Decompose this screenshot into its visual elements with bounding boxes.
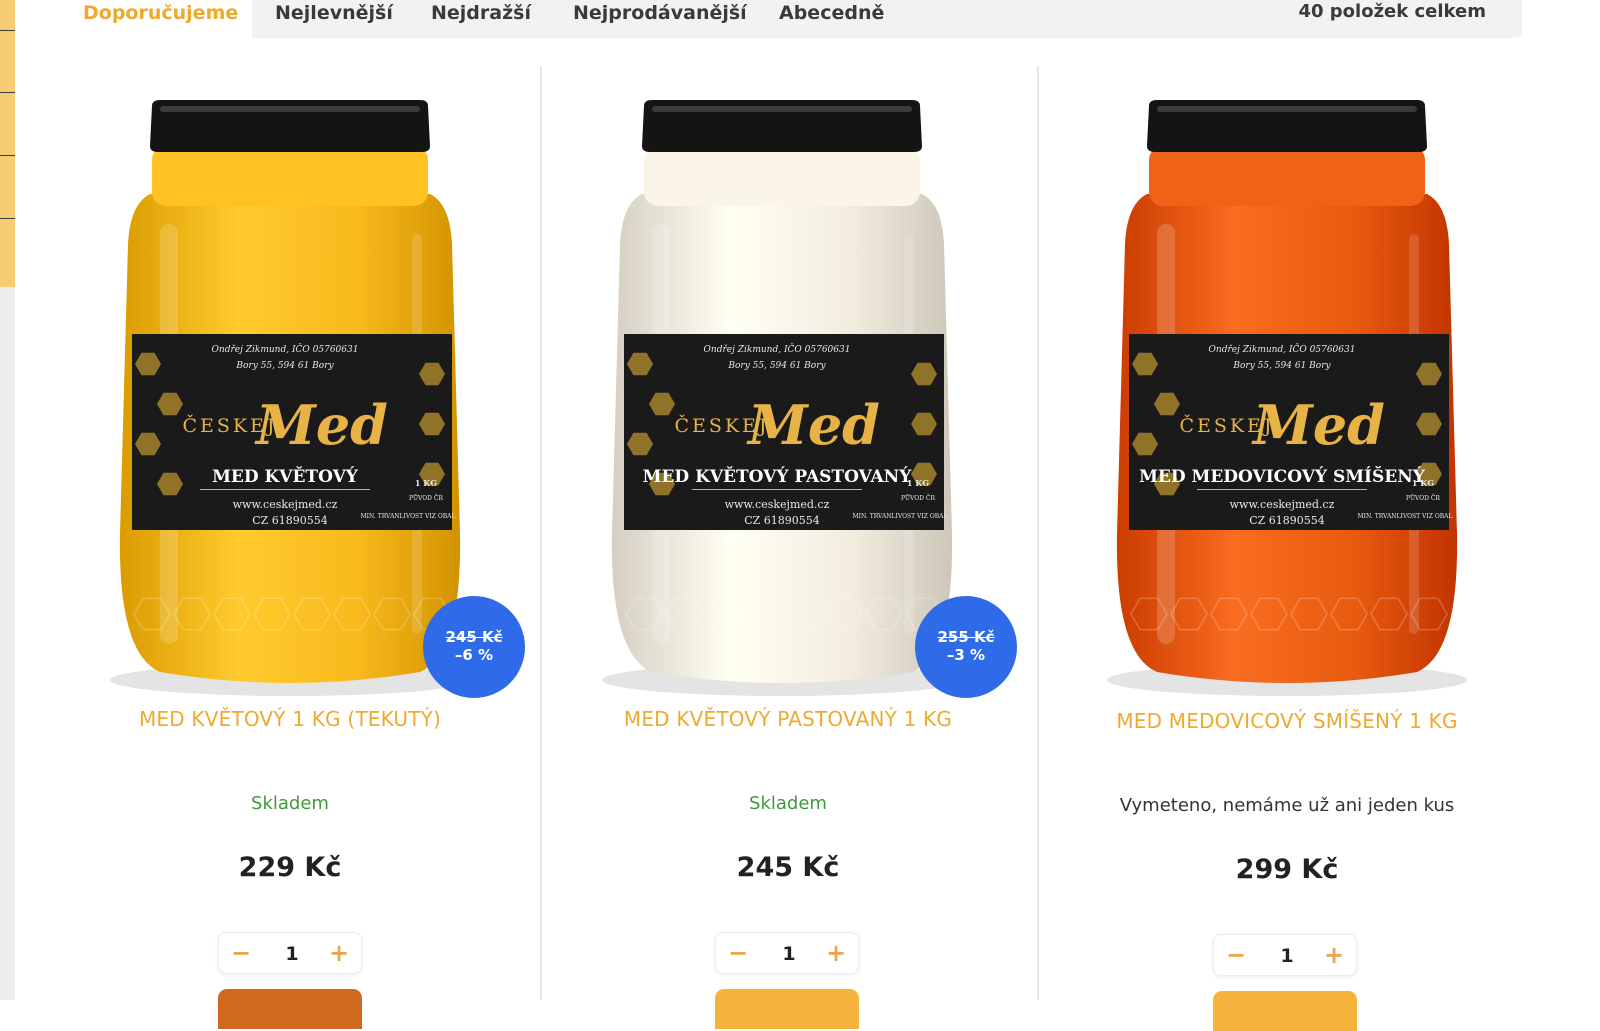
sort-bar: Doporučujeme Nejlevnější Nejdražší Nejpr… xyxy=(52,0,1522,38)
label-weight: 1 KG xyxy=(415,478,437,488)
jar-neck xyxy=(152,146,428,206)
product-price: 245 Kč xyxy=(736,852,840,883)
lid-highlight xyxy=(652,106,912,112)
label-product-name: MED MEDOVICOVÝ SMÍŠENÝ xyxy=(1139,466,1426,487)
label-website: www.ceskejmed.cz xyxy=(233,498,338,511)
product-title-link[interactable]: MED KVĚTOVÝ 1 KG (TEKUTÝ) xyxy=(50,707,530,731)
label-country-code: CZ 61890554 xyxy=(744,514,820,527)
quantity-stepper: − + xyxy=(1213,934,1357,976)
product-title-link[interactable]: MED MEDOVICOVÝ SMÍŠENÝ 1 KG xyxy=(1047,709,1527,733)
lid-highlight xyxy=(1157,106,1417,112)
jar-neck xyxy=(1149,146,1425,206)
quantity-stepper: − + xyxy=(218,932,362,974)
original-price: 255 Kč xyxy=(937,628,995,646)
product-card: Ondřej Zikmund, IČO 05760631 Bory 55, 594… xyxy=(1047,64,1527,1031)
honey-jar-illustration: Ondřej Zikmund, IČO 05760631 Bory 55, 594… xyxy=(1107,100,1467,696)
sort-tab-bestselling[interactable]: Nejprodávanější xyxy=(573,0,747,28)
quantity-input[interactable] xyxy=(261,938,323,970)
label-underline xyxy=(1197,489,1367,490)
stock-status: Skladem xyxy=(251,793,329,814)
sort-tab-most-expensive[interactable]: Nejdražší xyxy=(431,0,531,28)
left-edge-divider xyxy=(0,92,15,93)
discount-badge: 245 Kč –6 % xyxy=(423,596,525,698)
label-shelf-life: MIN. TRVANLIVOST VIZ OBAL xyxy=(853,513,948,520)
label-shelf-life: MIN. TRVANLIVOST VIZ OBAL xyxy=(1358,513,1453,520)
label-product-name: MED KVĚTOVÝ PASTOVANÝ xyxy=(643,466,913,487)
discount-badge: 255 Kč –3 % xyxy=(915,596,1017,698)
discount-percent: –3 % xyxy=(946,646,986,664)
column-divider xyxy=(540,66,542,1000)
jar-neck xyxy=(644,146,920,206)
add-to-cart-button[interactable] xyxy=(715,989,859,1029)
label-owner-text: Ondřej Zikmund, IČO 05760631 xyxy=(212,343,359,355)
left-edge-strip xyxy=(0,0,15,1000)
label-owner-text: Ondřej Zikmund, IČO 05760631 xyxy=(704,343,851,355)
label-address-text: Bory 55, 594 61 Bory xyxy=(235,361,334,371)
product-price: 299 Kč xyxy=(1235,854,1339,885)
jar-label: Ondřej Zikmund, IČO 05760631 Bory 55, 594… xyxy=(1129,334,1452,530)
left-edge-accent xyxy=(0,0,15,287)
honey-jar-illustration: Ondřej Zikmund, IČO 05760631 Bory 55, 594… xyxy=(110,100,470,696)
honey-jar-illustration: Ondřej Zikmund, IČO 05760631 Bory 55, 594… xyxy=(602,100,962,696)
label-origin: PŮVOD ČR xyxy=(901,494,935,502)
sort-tab-alphabetical[interactable]: Abecedně xyxy=(779,0,884,28)
label-weight: 1 KG xyxy=(1412,478,1434,488)
label-country-code: CZ 61890554 xyxy=(252,514,328,527)
label-origin: PŮVOD ČR xyxy=(1406,494,1440,502)
jar-label: Ondřej Zikmund, IČO 05760631 Bory 55, 594… xyxy=(624,334,947,530)
jar-label: Ondřej Zikmund, IČO 05760631 Bory 55, 594… xyxy=(132,334,455,530)
quantity-decrease-button[interactable]: − xyxy=(718,933,758,973)
label-website: www.ceskejmed.cz xyxy=(1230,498,1335,511)
quantity-increase-button[interactable]: + xyxy=(816,933,856,973)
quantity-stepper: − + xyxy=(715,932,859,974)
product-price: 229 Kč xyxy=(238,852,342,883)
label-underline xyxy=(200,489,370,490)
quantity-input[interactable] xyxy=(758,938,820,970)
lid-highlight xyxy=(160,106,420,112)
label-product-name: MED KVĚTOVÝ xyxy=(212,466,359,487)
label-underline xyxy=(692,489,862,490)
original-price: 245 Kč xyxy=(445,628,503,646)
item-count: 40 položek celkem xyxy=(1298,1,1486,22)
label-country-code: CZ 61890554 xyxy=(1249,514,1325,527)
add-to-cart-button[interactable] xyxy=(1213,991,1357,1031)
stock-status: Vymeteno, nemáme už ani jeden kus xyxy=(1119,795,1455,816)
product-image[interactable]: Ondřej Zikmund, IČO 05760631 Bory 55, 594… xyxy=(90,94,490,704)
label-weight: 1 KG xyxy=(907,478,929,488)
label-brand-script: Med xyxy=(746,393,880,457)
quantity-input[interactable] xyxy=(1256,940,1318,972)
quantity-decrease-button[interactable]: − xyxy=(1216,935,1256,975)
product-title-link[interactable]: MED KVĚTOVÝ PASTOVANÝ 1 KG xyxy=(548,707,1028,731)
quantity-increase-button[interactable]: + xyxy=(319,933,359,973)
label-shelf-life: MIN. TRVANLIVOST VIZ OBAL xyxy=(361,513,456,520)
left-edge-divider xyxy=(0,218,15,219)
left-edge-divider xyxy=(0,30,15,31)
sort-tab-cheapest[interactable]: Nejlevnější xyxy=(275,0,393,28)
left-edge-divider xyxy=(0,155,15,156)
product-card: Ondřej Zikmund, IČO 05760631 Bory 55, 594… xyxy=(548,64,1028,1029)
quantity-decrease-button[interactable]: − xyxy=(221,933,261,973)
quantity-increase-button[interactable]: + xyxy=(1314,935,1354,975)
product-image[interactable]: Ondřej Zikmund, IČO 05760631 Bory 55, 594… xyxy=(582,94,982,704)
label-brand-script: Med xyxy=(254,393,388,457)
product-card: Ondřej Zikmund, IČO 05760631 Bory 55, 594… xyxy=(50,64,530,1029)
column-divider xyxy=(1037,66,1039,1000)
label-owner-text: Ondřej Zikmund, IČO 05760631 xyxy=(1209,343,1356,355)
add-to-cart-button[interactable] xyxy=(218,989,362,1029)
label-address-text: Bory 55, 594 61 Bory xyxy=(727,361,826,371)
label-origin: PŮVOD ČR xyxy=(409,494,443,502)
stock-status: Skladem xyxy=(749,793,827,814)
discount-percent: –6 % xyxy=(454,646,494,664)
product-image[interactable]: Ondřej Zikmund, IČO 05760631 Bory 55, 594… xyxy=(1087,94,1487,704)
sort-tab-recommended[interactable]: Doporučujeme xyxy=(83,0,238,28)
label-website: www.ceskejmed.cz xyxy=(725,498,830,511)
label-address-text: Bory 55, 594 61 Bory xyxy=(1232,361,1331,371)
label-brand-script: Med xyxy=(1251,393,1385,457)
